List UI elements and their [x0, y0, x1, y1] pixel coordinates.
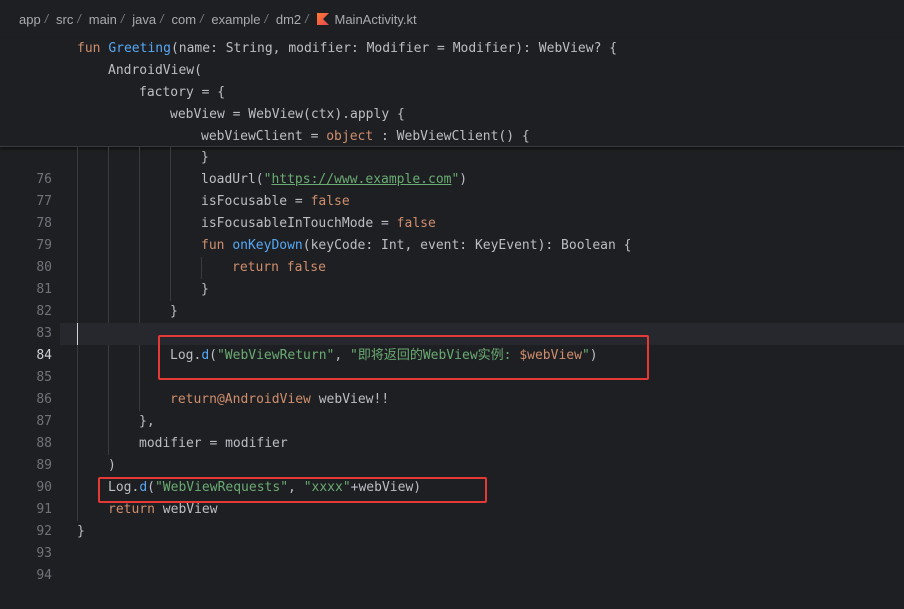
kotlin-file-icon [316, 13, 329, 25]
code-line[interactable]: 90 ) [0, 455, 904, 495]
code-line[interactable]: 94 [0, 543, 904, 583]
code-line[interactable]: 81 return false [0, 257, 904, 297]
code-line[interactable]: 89 modifier = modifier [0, 433, 904, 473]
code-line[interactable]: 82 } [0, 279, 904, 319]
line-number[interactable]: 94 [0, 565, 52, 587]
url-link[interactable]: https://www.example.com [271, 172, 451, 187]
highlight-box-log-requests [98, 477, 487, 503]
code-line[interactable]: 88 }, [0, 411, 904, 451]
breadcrumb-file-name[interactable]: MainActivity.kt [335, 12, 417, 27]
sticky-line[interactable]: fun Greeting(name: String, modifier: Mod… [0, 38, 904, 60]
breadcrumb: app / src / main / java / com / example / dm2/… [0, 0, 904, 38]
sticky-line[interactable]: webView = WebView(ctx).apply { [0, 104, 904, 126]
code-line[interactable]: 79 isFocusableInTouchMode = false [0, 213, 904, 253]
breadcrumb-item-dm2[interactable]: dm2 [276, 12, 301, 27]
code-line[interactable]: 76 } [0, 147, 904, 187]
breadcrumb-item-app[interactable]: app [19, 12, 41, 27]
breadcrumb-separator-icon: / [44, 12, 49, 26]
breadcrumb-separator-icon: / [264, 12, 268, 26]
code-line[interactable]: 80 fun onKeyDown(keyCode: Int, event: Ke… [0, 235, 904, 275]
breadcrumb-separator-icon: / [77, 12, 81, 26]
breadcrumb-separator-icon: / [160, 12, 164, 26]
code-line[interactable]: 83 } [0, 301, 904, 341]
breadcrumb-item-main[interactable]: main [89, 12, 117, 27]
code-line[interactable]: 78 isFocusable = false [0, 191, 904, 231]
code-line[interactable]: 93 } [0, 521, 904, 561]
breadcrumb-separator-icon: / [305, 12, 309, 26]
code-editor[interactable]: 76 } 77 loadUrl("https://www.example.com… [0, 147, 904, 583]
code-line[interactable]: 77 loadUrl("https://www.example.com") [0, 169, 904, 209]
breadcrumb-separator-icon: / [200, 12, 204, 26]
sticky-line[interactable]: AndroidView( [0, 60, 904, 82]
breadcrumb-item-java[interactable]: java [132, 12, 156, 27]
breadcrumb-separator-icon: / [120, 12, 125, 26]
sticky-line[interactable]: webViewClient = object : WebViewClient()… [0, 126, 904, 148]
code-line[interactable]: 87 return@AndroidView webView!! [0, 389, 904, 429]
breadcrumb-item-src[interactable]: src [56, 12, 73, 27]
breadcrumb-item-example[interactable]: example [211, 12, 260, 27]
breadcrumb-item-com[interactable]: com [171, 12, 196, 27]
highlight-box-log-return [158, 335, 649, 380]
sticky-scroll-header: fun Greeting(name: String, modifier: Mod… [0, 38, 904, 147]
sticky-line[interactable]: factory = { [0, 82, 904, 104]
